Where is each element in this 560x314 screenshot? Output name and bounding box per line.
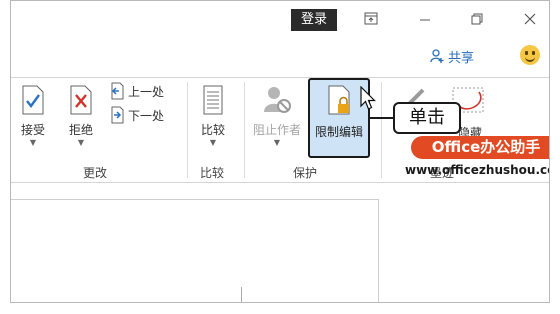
title-bar: 登录	[11, 1, 549, 37]
block-authors-label: 阻止作者	[252, 123, 301, 137]
previous-change-icon	[111, 82, 124, 100]
next-change-label: 下一处	[128, 108, 165, 123]
block-authors-icon	[264, 87, 291, 113]
changes-group-label: 更改	[83, 166, 108, 180]
close-icon[interactable]	[522, 11, 538, 27]
reject-button[interactable]: 拒绝 ▼	[63, 84, 99, 148]
block-authors-button[interactable]: 阻止作者 ▼	[249, 84, 305, 148]
click-callout: 单击	[393, 102, 461, 134]
next-change-icon	[111, 106, 124, 124]
protect-group-label: 保护	[293, 166, 318, 180]
word-window: 登录 共享 接受 ▼ 拒绝 ▼ 上一处 下一处 更改 比较 ▼ 比较 阻止作者 …	[10, 0, 550, 303]
text-cursor	[241, 287, 242, 302]
chevron-down-icon: ▼	[77, 138, 85, 147]
previous-change-label: 上一处	[128, 84, 165, 99]
share-button[interactable]: 共享	[429, 45, 474, 67]
accept-document-icon	[22, 85, 44, 115]
chevron-down-icon: ▼	[29, 138, 37, 147]
ribbon-display-options-icon[interactable]	[363, 11, 379, 27]
next-change-button[interactable]: 下一处	[109, 106, 164, 124]
reject-document-icon	[70, 85, 92, 115]
accept-button[interactable]: 接受 ▼	[15, 84, 51, 148]
compare-documents-icon	[203, 85, 223, 115]
watermark-badge: Office办公助手	[411, 136, 549, 159]
smiley-icon[interactable]	[520, 45, 540, 65]
document-page[interactable]	[11, 199, 379, 302]
mouse-pointer-icon	[360, 86, 376, 110]
compare-group-label: 比较	[200, 166, 225, 180]
chevron-down-icon: ▼	[209, 138, 217, 147]
minimize-icon[interactable]	[417, 11, 433, 27]
group-divider	[187, 82, 188, 178]
restrict-editing-lock-icon	[328, 85, 350, 115]
watermark-url: www.officezhushou.com	[405, 163, 549, 177]
compare-label: 比较	[200, 123, 225, 137]
group-divider	[244, 82, 245, 178]
accept-label: 接受	[20, 123, 45, 137]
group-divider	[381, 82, 382, 178]
previous-change-button[interactable]: 上一处	[109, 82, 164, 100]
compare-button[interactable]: 比较 ▼	[195, 84, 231, 148]
callout-pointer-line	[368, 117, 394, 119]
chevron-down-icon: ▼	[273, 138, 281, 147]
share-person-icon	[430, 49, 444, 63]
reject-label: 拒绝	[68, 123, 93, 137]
share-label: 共享	[448, 50, 475, 66]
restore-icon[interactable]	[469, 11, 485, 27]
sign-in-button[interactable]: 登录	[291, 9, 337, 31]
restrict-editing-label: 限制编辑	[314, 125, 363, 139]
